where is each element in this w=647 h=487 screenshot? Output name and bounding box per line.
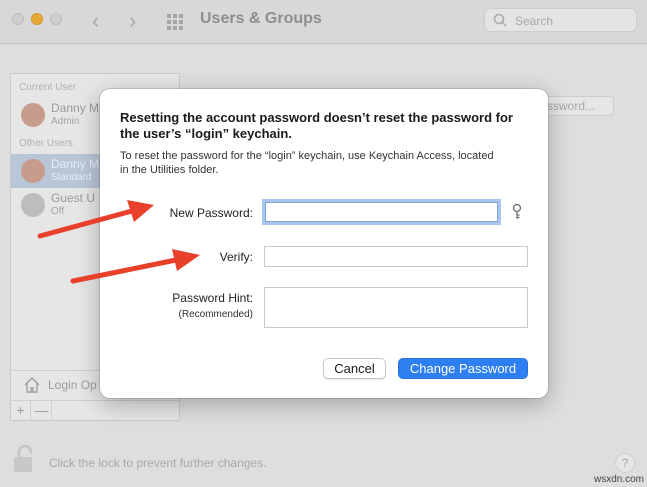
- current-user-header: Current User: [19, 82, 77, 93]
- help-button[interactable]: ?: [615, 453, 635, 473]
- remove-user-button[interactable]: —: [32, 401, 52, 420]
- new-password-label: New Password:: [169, 206, 253, 220]
- change-password-button[interactable]: Change Password: [398, 358, 528, 379]
- cancel-button[interactable]: Cancel: [323, 358, 386, 379]
- dialog-title: Resetting the account password doesn’t r…: [120, 110, 513, 141]
- new-password-field[interactable]: [265, 202, 498, 222]
- lock-hint-text: Click the lock to prevent further change…: [49, 456, 267, 470]
- window-title: Users & Groups: [200, 10, 322, 27]
- verify-label: Verify:: [219, 250, 253, 264]
- user-role: Off: [51, 206, 65, 217]
- user-role: Standard: [51, 172, 92, 183]
- password-hint-sublabel: (Recommended): [178, 309, 253, 320]
- forward-chevron-icon[interactable]: ›: [129, 8, 136, 34]
- user-role: Admin: [51, 116, 80, 127]
- lock-icon[interactable]: [12, 444, 38, 474]
- password-hint-label: Password Hint:: [172, 291, 253, 305]
- back-chevron-icon[interactable]: ‹: [92, 8, 99, 34]
- password-hint-field[interactable]: [264, 287, 528, 328]
- key-icon[interactable]: [510, 203, 524, 221]
- title-bar: ‹ › Users & Groups Search: [0, 0, 647, 44]
- add-remove-bar: + —: [11, 400, 179, 420]
- verify-field[interactable]: [264, 246, 528, 267]
- guest-avatar: [21, 193, 45, 217]
- avatar: [21, 103, 45, 127]
- dialog-subtitle: To reset the password for the “login” ke…: [120, 150, 494, 176]
- search-field[interactable]: Search: [484, 8, 637, 32]
- home-icon: [24, 376, 40, 393]
- reset-password-button[interactable]: ssword...: [540, 96, 614, 116]
- user-name: Danny M: [51, 101, 100, 115]
- watermark: wsxdn.com: [594, 474, 645, 485]
- avatar: [21, 159, 45, 183]
- login-options-label: Login Op: [48, 378, 97, 392]
- add-user-button[interactable]: +: [11, 401, 31, 420]
- reset-password-dialog: Resetting the account password doesn’t r…: [100, 89, 548, 398]
- user-name: Danny M: [51, 157, 100, 171]
- minimize-window-button[interactable]: [31, 13, 43, 25]
- zoom-window-button[interactable]: [50, 13, 62, 25]
- search-icon: [493, 13, 507, 27]
- user-name: Guest U: [51, 191, 96, 205]
- show-all-grid-icon[interactable]: [166, 13, 184, 31]
- other-users-header: Other Users: [19, 138, 73, 149]
- search-placeholder: Search: [515, 14, 554, 28]
- close-window-button[interactable]: [12, 13, 24, 25]
